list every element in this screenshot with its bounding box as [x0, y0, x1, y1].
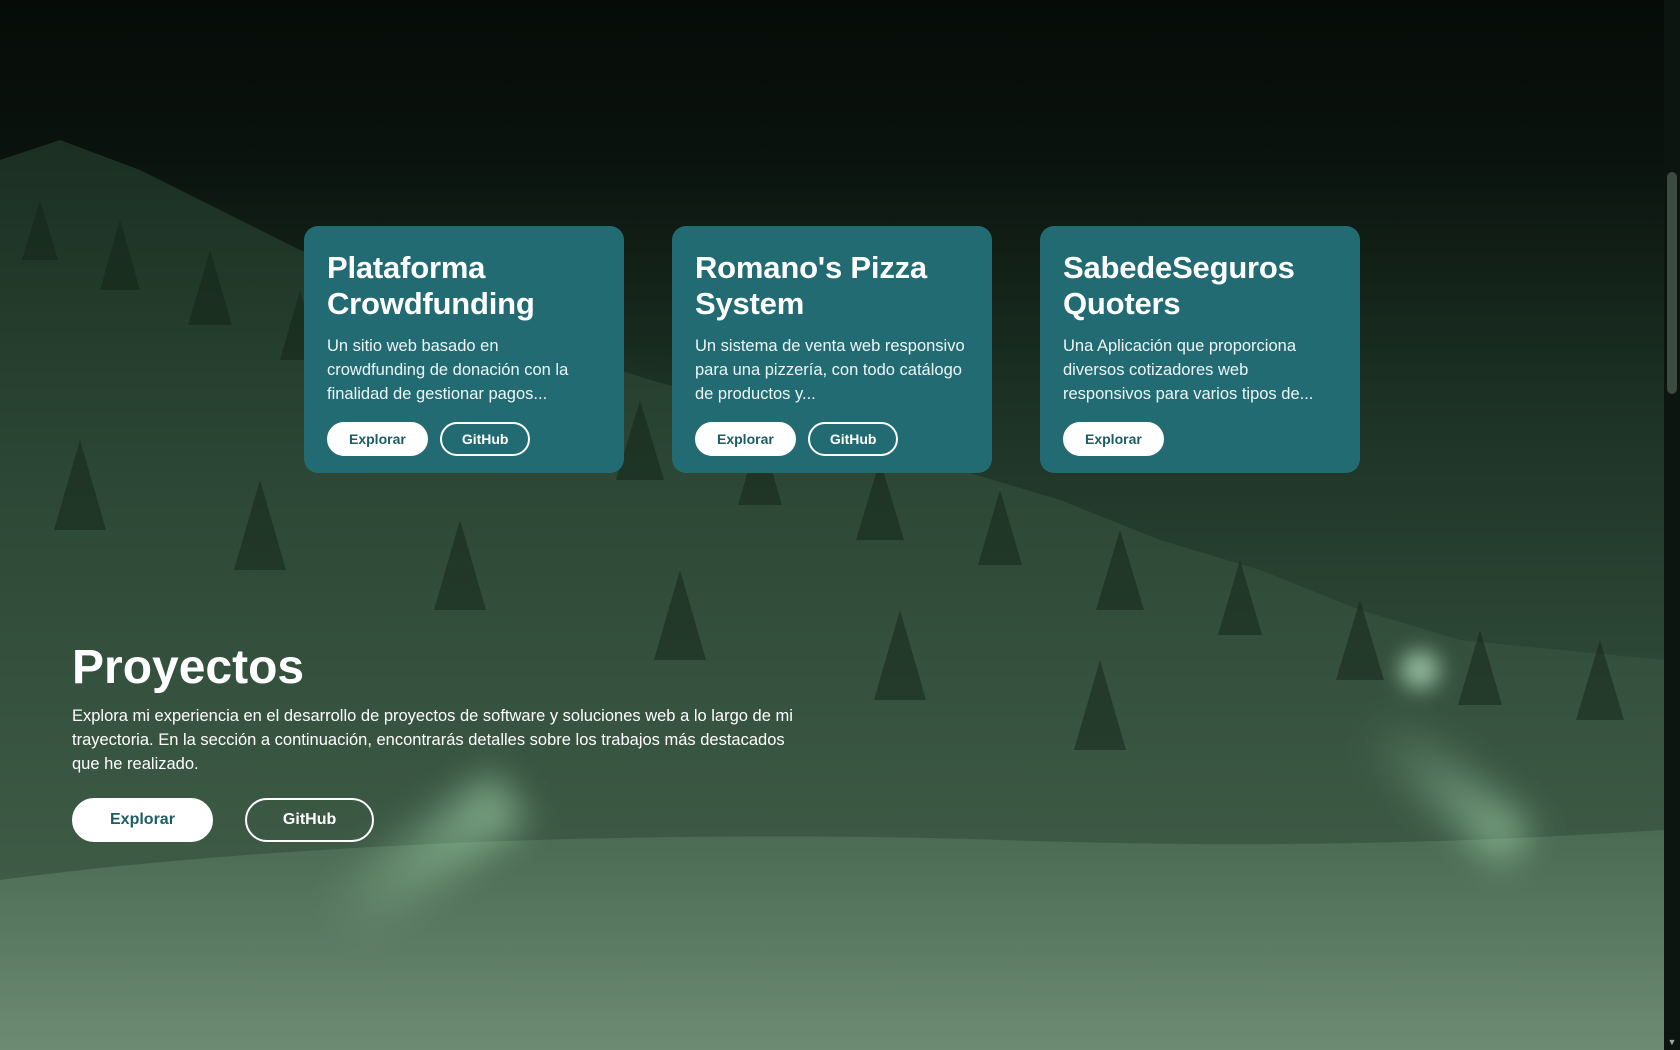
card-actions: Explorar GitHub: [695, 422, 969, 456]
scroll-down-arrow-icon[interactable]: ▼: [1664, 1034, 1680, 1050]
github-button[interactable]: GitHub: [807, 422, 899, 456]
explore-button[interactable]: Explorar: [695, 422, 796, 456]
project-card-seguros: SabedeSeguros Quoters Una Aplicación que…: [1040, 226, 1360, 473]
vertical-scrollbar[interactable]: ▼: [1664, 0, 1680, 1050]
explore-button[interactable]: Explorar: [1063, 422, 1164, 456]
card-description: Una Aplicación que proporciona diversos …: [1063, 337, 1314, 403]
card-description: Un sitio web basado en crowdfunding de d…: [327, 337, 569, 403]
hero-section: Proyectos Explora mi experiencia en el d…: [72, 640, 812, 842]
project-card-crowdfunding: Plataforma Crowdfunding Un sitio web bas…: [304, 226, 624, 473]
card-description: Un sistema de venta web responsivo para …: [695, 337, 965, 403]
card-title: Romano's Pizza System: [695, 250, 927, 321]
scrollbar-thumb[interactable]: [1667, 172, 1677, 394]
project-card-pizza: Romano's Pizza System Un sistema de vent…: [672, 226, 992, 473]
card-title: SabedeSeguros Quoters: [1063, 250, 1295, 321]
explore-button[interactable]: Explorar: [327, 422, 428, 456]
card-actions: Explorar: [1063, 422, 1337, 456]
hero-github-button[interactable]: GitHub: [244, 798, 375, 842]
card-title: Plataforma Crowdfunding: [327, 250, 535, 321]
page-title: Proyectos: [72, 641, 305, 694]
project-cards: Plataforma Crowdfunding Un sitio web bas…: [304, 226, 1360, 473]
hero-explore-button[interactable]: Explorar: [72, 798, 213, 842]
light-glow: [1400, 650, 1440, 690]
github-button[interactable]: GitHub: [439, 422, 531, 456]
card-actions: Explorar GitHub: [327, 422, 601, 456]
projects-page: Plataforma Crowdfunding Un sitio web bas…: [0, 0, 1680, 1050]
hero-description: Explora mi experiencia en el desarrollo …: [72, 707, 793, 773]
hero-actions: Explorar GitHub: [72, 798, 812, 842]
